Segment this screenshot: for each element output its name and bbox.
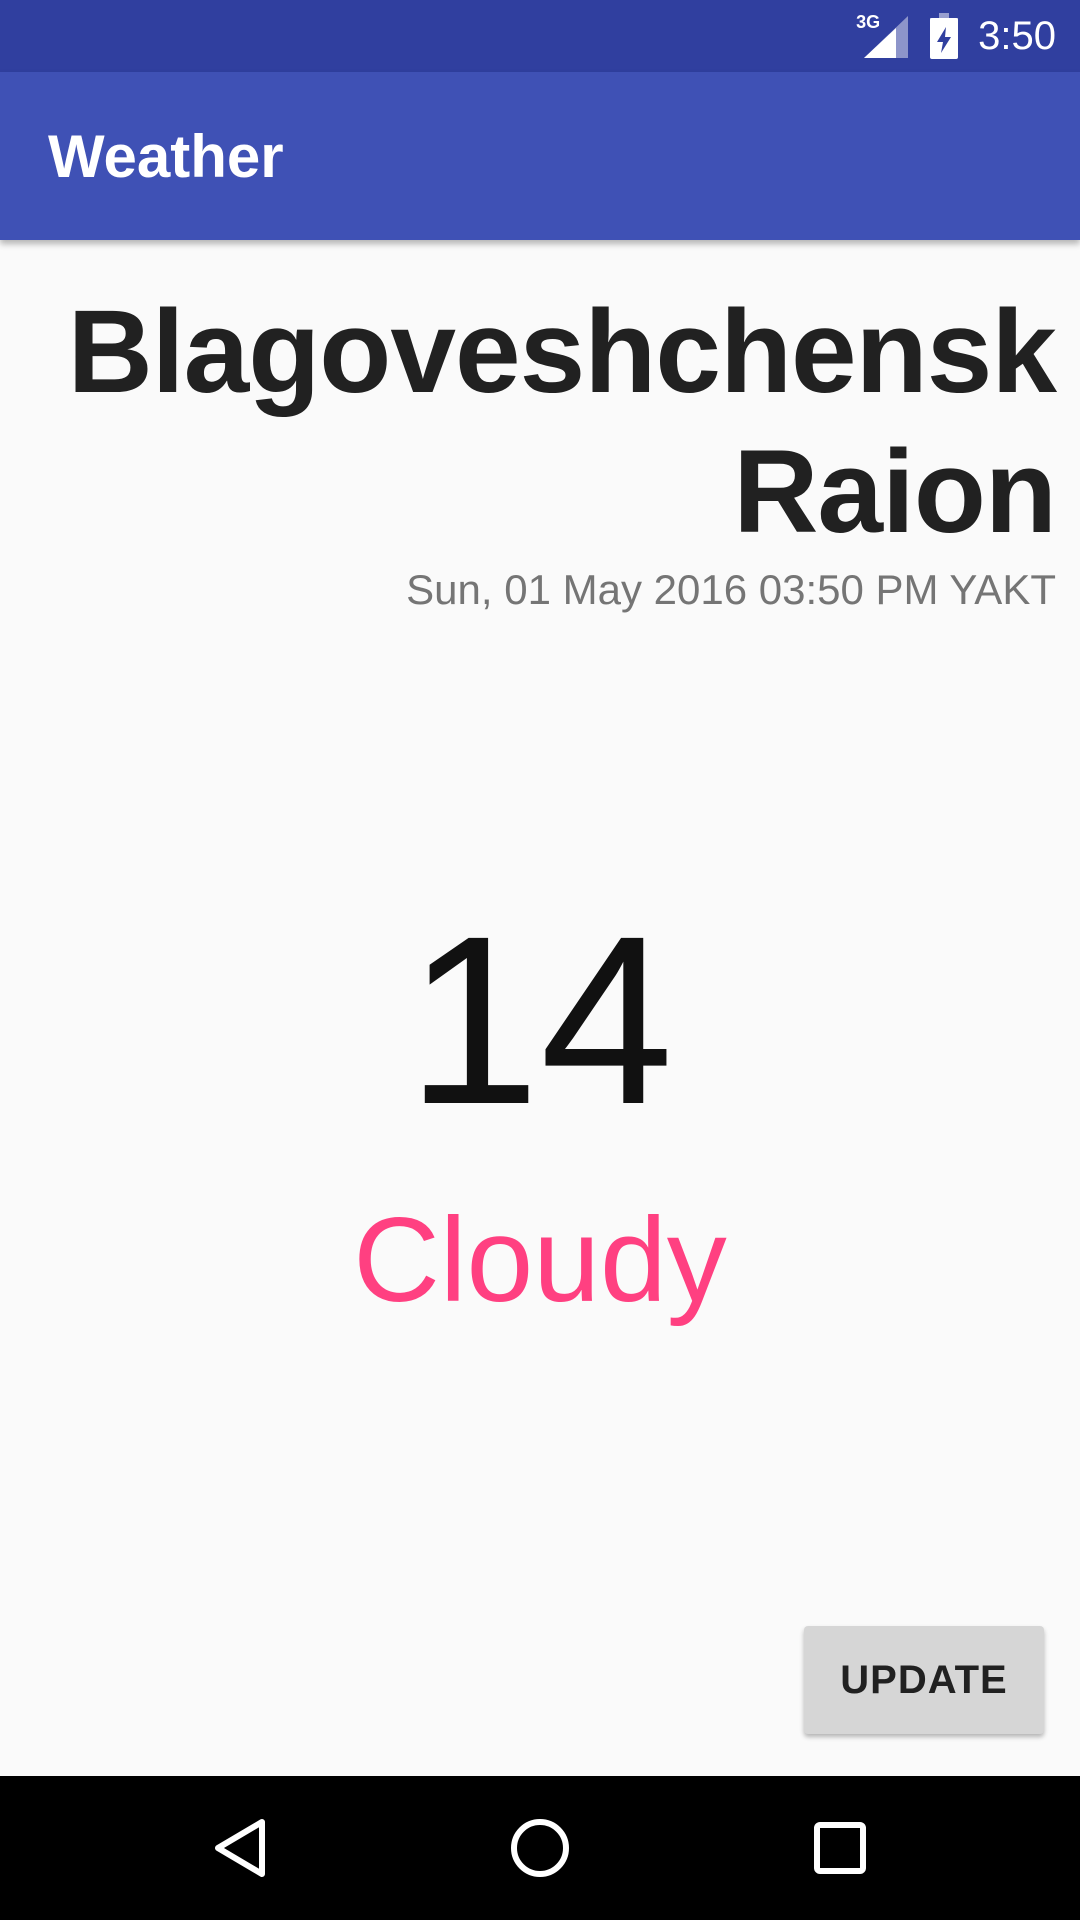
recents-icon[interactable]	[804, 1812, 876, 1884]
home-icon[interactable]	[504, 1812, 576, 1884]
temperature-value: 14	[406, 886, 674, 1154]
back-icon[interactable]	[204, 1812, 276, 1884]
date-time: Sun, 01 May 2016 03:50 PM YAKT	[406, 566, 1056, 613]
navigation-bar	[0, 1776, 1080, 1920]
status-icons: 3G 3:50	[856, 0, 1056, 72]
status-clock: 3:50	[978, 13, 1056, 58]
app-title: Weather	[48, 123, 284, 190]
city-name: Blagoveshchensk Raion	[67, 286, 1057, 558]
app-bar: Weather	[0, 72, 1080, 240]
signal-icon: 3G	[856, 12, 910, 58]
battery-charging-icon	[930, 13, 959, 59]
status-bar: 3G 3:50	[0, 0, 1080, 72]
weather-condition: Cloudy	[353, 1193, 727, 1327]
update-button[interactable]: UPDATE	[804, 1626, 1044, 1734]
screen: 3G 3:50 Weather Blagoveshchensk Raion Su…	[0, 0, 1080, 1920]
